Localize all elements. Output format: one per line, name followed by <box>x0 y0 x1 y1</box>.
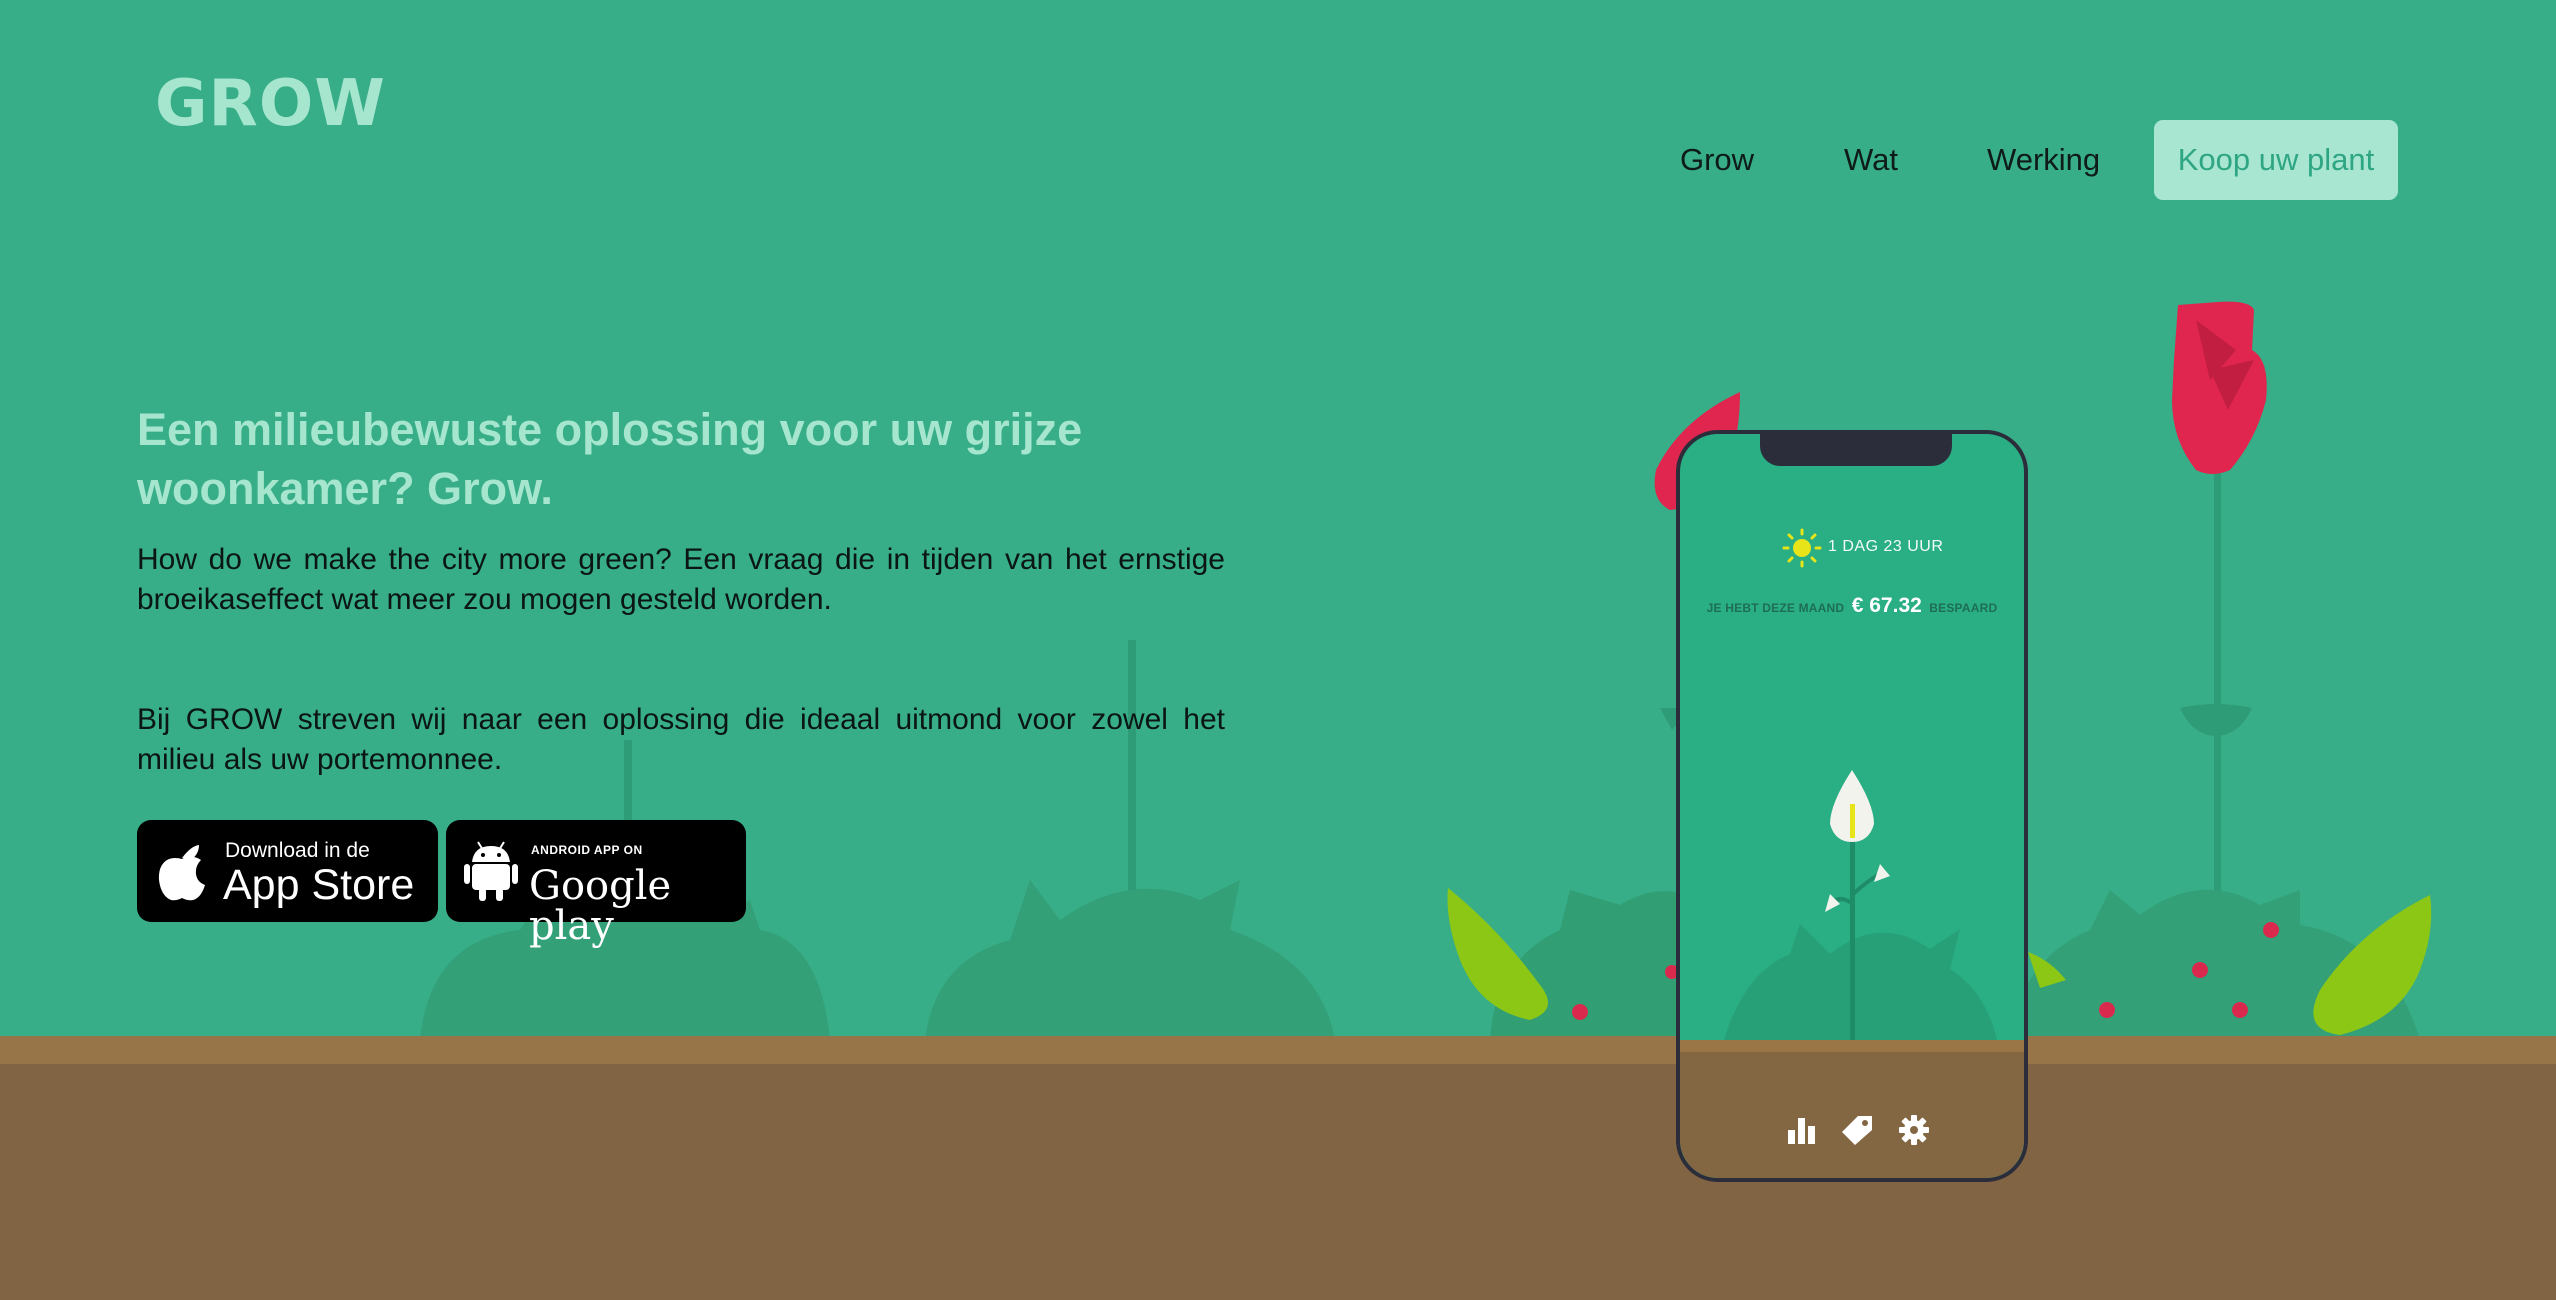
gear-icon[interactable] <box>1898 1114 1930 1146</box>
plant-illustration <box>1720 770 2000 1054</box>
nav-item-wat[interactable]: Wat <box>1844 120 1898 200</box>
savings-amount: € 67.32 <box>1851 594 1922 617</box>
app-store-badge[interactable]: Download in de App Store <box>137 820 438 922</box>
android-icon <box>464 841 518 901</box>
nav-item-grow[interactable]: Grow <box>1680 120 1754 200</box>
phone-notch <box>1760 434 1952 466</box>
tag-icon[interactable] <box>1840 1114 1874 1146</box>
savings-suffix: BESPAARD <box>1929 601 1998 615</box>
google-play-big-text: Google play <box>529 863 672 949</box>
hero-paragraph-1: How do we make the city more green? Een … <box>137 543 1225 616</box>
apple-icon <box>158 845 205 901</box>
app-store-small-text: Download in de <box>225 839 370 862</box>
savings-row: JE HEBT DEZE MAAND € 67.32 BESPAARD <box>1680 594 2024 618</box>
google-play-badge[interactable]: ANDROID APP ON Google play <box>446 820 746 946</box>
hero-headline: Een milieubewuste oplossing voor uw grij… <box>137 404 1083 514</box>
bar-chart-icon[interactable] <box>1786 1114 1818 1146</box>
app-store-big-text: App Store <box>223 861 415 909</box>
sun-icon <box>1782 528 1822 568</box>
phone-mockup: 1 DAG 23 UUR JE HEBT DEZE MAAND € 67.32 … <box>1676 430 2028 1182</box>
buy-plant-button[interactable]: Koop uw plant <box>2154 120 2398 200</box>
timer-text: 1 DAG 23 UUR <box>1828 538 1944 555</box>
google-play-small-text: ANDROID APP ON <box>531 843 643 857</box>
savings-prefix: JE HEBT DEZE MAAND <box>1706 601 1845 615</box>
nav-item-werking[interactable]: Werking <box>1987 120 2100 200</box>
grow-logo[interactable]: GROW <box>155 72 386 136</box>
hero-paragraph-2: Bij GROW streven wij naar een oplossing … <box>137 703 1225 776</box>
